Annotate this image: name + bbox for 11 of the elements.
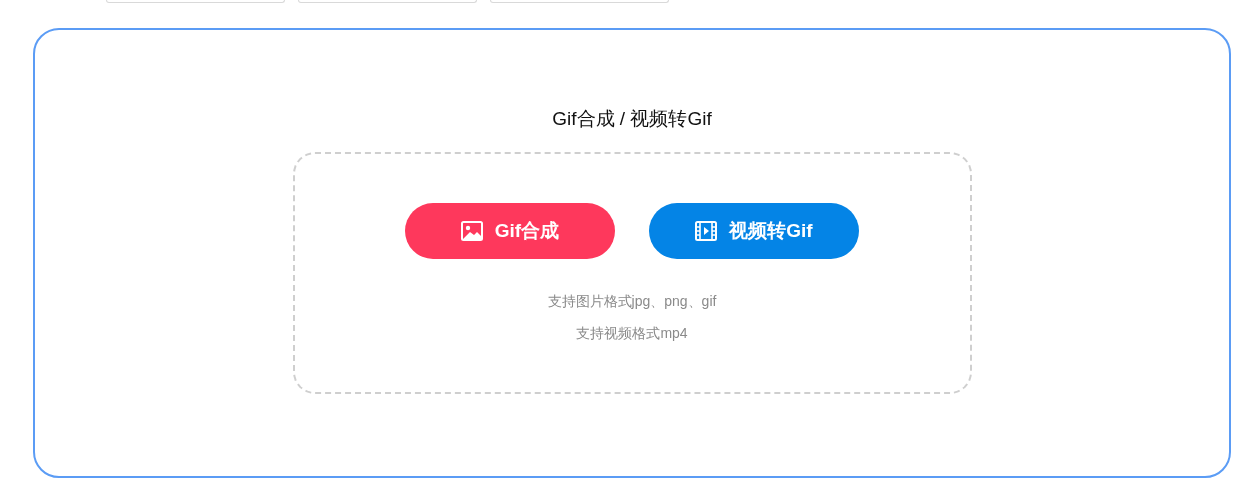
tab-button[interactable] bbox=[490, 0, 669, 3]
film-icon bbox=[695, 221, 718, 241]
format-hint: 支持视频格式mp4 bbox=[576, 324, 688, 343]
format-hint: 支持图片格式jpg、png、gif bbox=[547, 292, 717, 311]
tab-button[interactable] bbox=[106, 0, 285, 3]
image-icon bbox=[460, 221, 483, 241]
video-to-gif-button[interactable]: 视频转Gif bbox=[649, 203, 859, 259]
upload-area[interactable]: Gif合成 视频转Gif 支持图片格式jpg、png、gif 支持视频格式mp4 bbox=[292, 152, 972, 394]
gif-compose-button[interactable]: Gif合成 bbox=[405, 203, 615, 259]
tab-button[interactable] bbox=[298, 0, 477, 3]
section-title: Gif合成 / 视频转Gif bbox=[552, 107, 712, 131]
